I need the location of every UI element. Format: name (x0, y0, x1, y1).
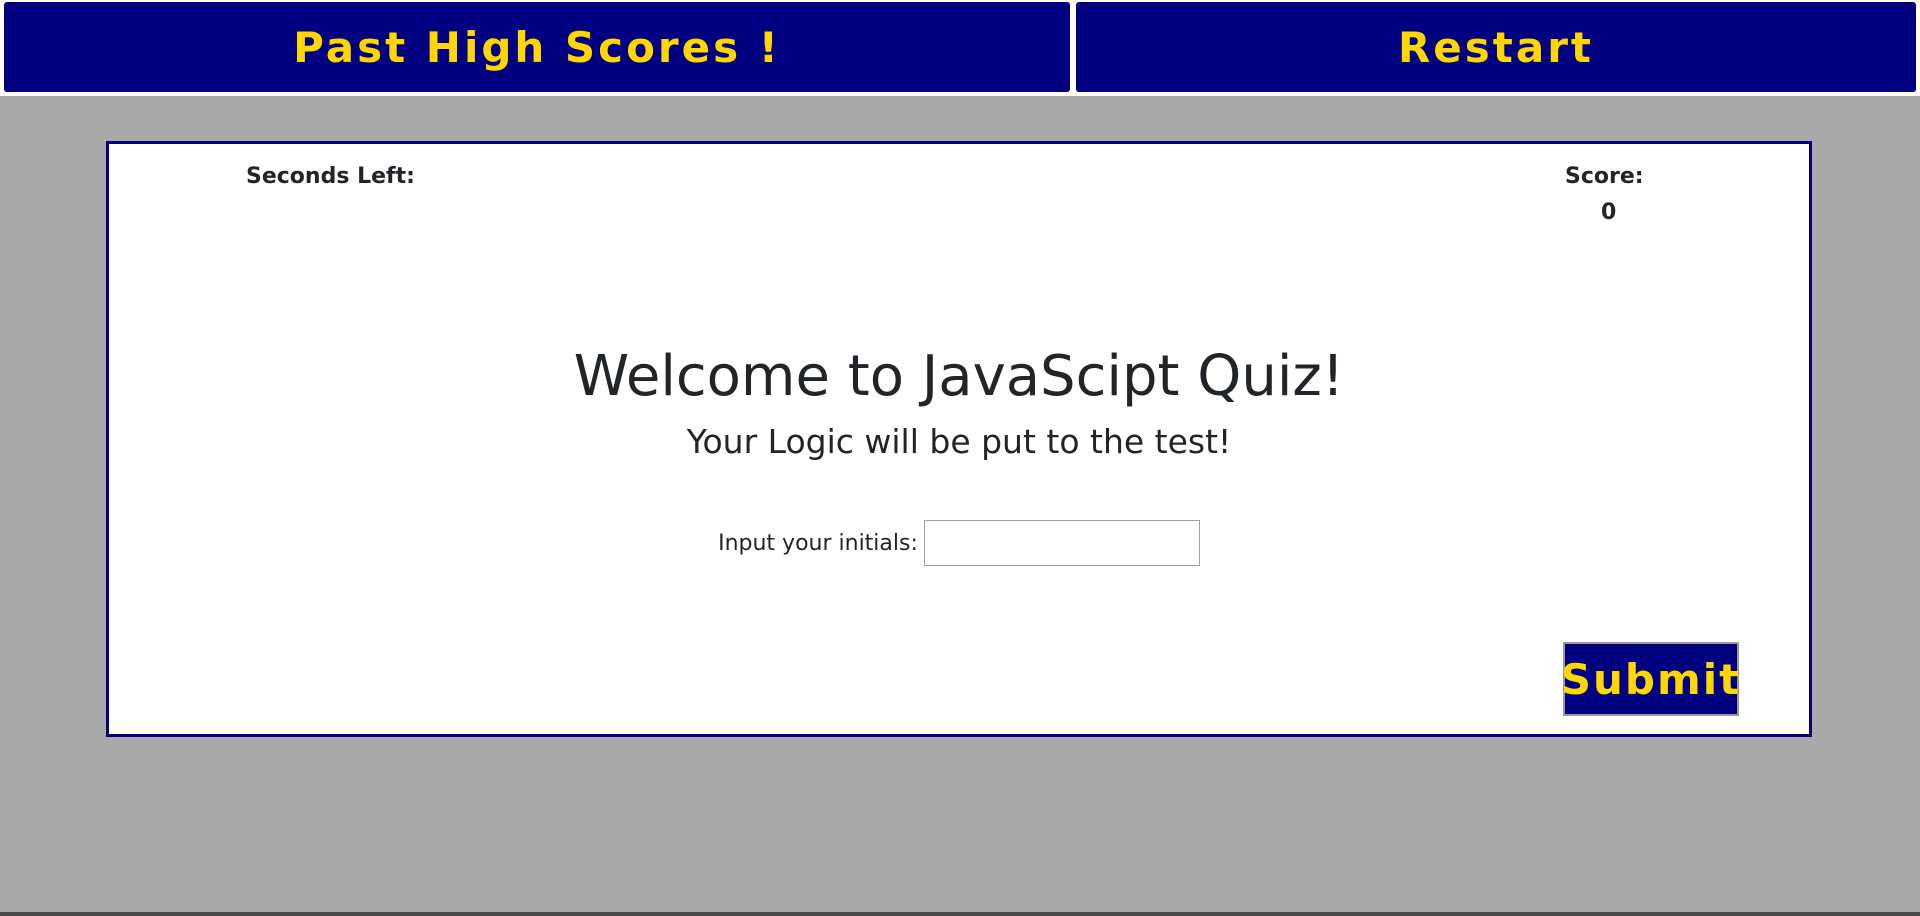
welcome-title: Welcome to JavaScipt Quiz! (573, 344, 1345, 409)
quiz-panel: Seconds Left: Score: 0 Welcome to JavaSc… (106, 141, 1812, 737)
seconds-left-label: Seconds Left: (246, 164, 415, 189)
bottom-edge-strip (0, 912, 1920, 916)
restart-button[interactable]: Restart (1076, 2, 1916, 92)
welcome-subtitle: Your Logic will be put to the test! (686, 422, 1232, 461)
score-label: Score: (1565, 164, 1644, 189)
past-high-scores-button[interactable]: Past High Scores ! (4, 2, 1070, 92)
initials-form-row: Input your initials: (109, 520, 1809, 566)
initials-label: Input your initials: (718, 530, 918, 556)
score-value: 0 (1601, 200, 1617, 225)
initials-input[interactable] (923, 520, 1200, 566)
top-navigation-bar: Past High Scores ! Restart (0, 0, 1920, 96)
submit-button[interactable]: Submit (1561, 642, 1739, 716)
